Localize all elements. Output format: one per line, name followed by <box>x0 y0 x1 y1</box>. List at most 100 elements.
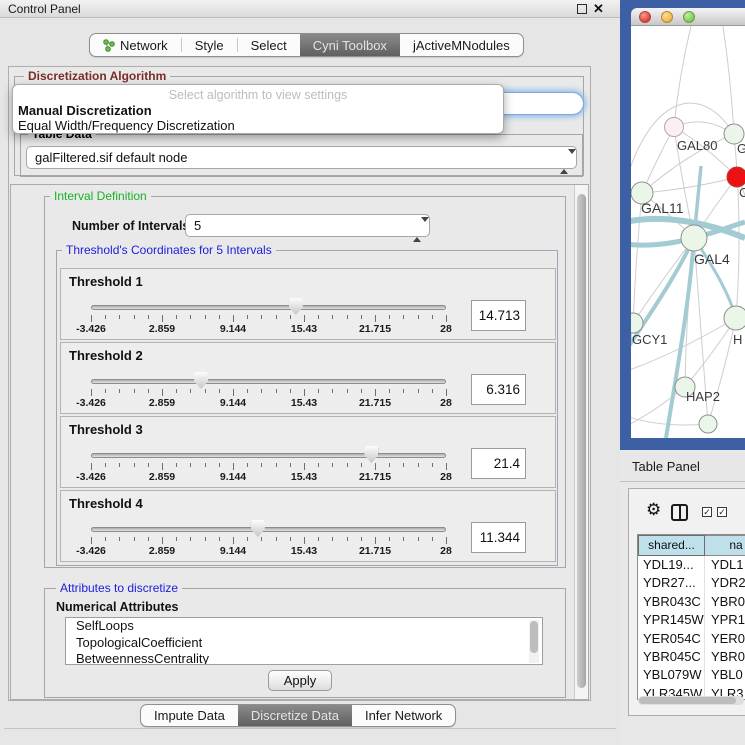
column-header-shared-name[interactable]: shared... <box>638 535 705 556</box>
threshold-4-slider-handle[interactable] <box>251 520 265 537</box>
threshold-3-slider-track[interactable] <box>91 453 446 458</box>
threshold-3-slider-handle[interactable] <box>364 446 378 463</box>
threshold-2-slider-track[interactable] <box>91 379 446 384</box>
table-row[interactable]: YER054CYER0 <box>638 630 745 648</box>
table-row[interactable]: YBR043CYBR0 <box>638 593 745 611</box>
cell[interactable]: YDR27... <box>638 574 705 592</box>
numerical-attributes-list[interactable]: SelfLoops TopologicalCoefficient Between… <box>65 617 543 665</box>
list-vertical-scrollbar[interactable] <box>529 620 539 663</box>
tick-label: 9.144 <box>220 323 246 335</box>
tab-cyni-toolbox[interactable]: Cyni Toolbox <box>300 34 400 56</box>
node-gal80[interactable] <box>665 118 684 137</box>
control-panel: Control Panel ✕ Network Style Select Cyn… <box>0 0 620 745</box>
cell[interactable]: YBR045C <box>638 648 705 666</box>
tab-select[interactable]: Select <box>238 34 300 56</box>
tab-style[interactable]: Style <box>182 34 237 56</box>
table-row[interactable]: YDL19...YDL1 <box>638 556 745 574</box>
tick-mark <box>361 537 362 541</box>
gear-icon[interactable]: ⚙ <box>646 500 661 520</box>
tick-mark <box>418 537 419 541</box>
network-view-canvas[interactable]: GAL80 G C GAL11 GAL4 GCY1 H HAP2 <box>631 26 745 438</box>
cell[interactable]: YDL1 <box>705 556 745 574</box>
table-row[interactable]: YPR145WYPR1 <box>638 611 745 629</box>
apply-button[interactable]: Apply <box>268 670 332 691</box>
cell[interactable]: YBR0 <box>705 648 745 666</box>
scrollbar-thumb[interactable] <box>530 621 538 653</box>
scrollbar-thumb[interactable] <box>639 697 736 704</box>
threshold-3-tick-marks <box>91 463 446 471</box>
table-columns-icon[interactable] <box>671 504 688 521</box>
cell[interactable]: YBR043C <box>638 593 705 611</box>
tick-mark <box>176 389 177 393</box>
float-window-icon[interactable] <box>577 4 587 14</box>
threshold-4-slider-track[interactable] <box>91 527 446 532</box>
threshold-1-slider-handle[interactable] <box>289 298 303 315</box>
number-of-intervals-combobox[interactable]: 5 <box>185 214 430 237</box>
close-icon[interactable]: ✕ <box>593 1 604 17</box>
tab-infer-network[interactable]: Infer Network <box>352 705 455 726</box>
network-window-titlebar[interactable] <box>631 8 745 26</box>
tick-mark <box>134 389 135 393</box>
threshold-3-value-field[interactable]: 21.4 <box>471 448 526 479</box>
cell[interactable]: YDR2 <box>705 574 745 592</box>
checkbox-icon[interactable]: ✓ <box>702 507 712 517</box>
table-row[interactable]: YDR27...YDR2 <box>638 574 745 592</box>
cell[interactable]: YER054C <box>638 630 705 648</box>
table-data-combobox[interactable]: galFiltered.sif default node <box>26 146 577 169</box>
table-row[interactable]: YBR045CYBR0 <box>638 648 745 666</box>
checkbox-icon[interactable]: ✓ <box>717 507 727 517</box>
settings-vertical-scrollbar[interactable] <box>574 185 588 699</box>
list-item[interactable]: SelfLoops <box>66 618 542 635</box>
node-red-selected[interactable] <box>727 167 745 187</box>
node-attribute-table[interactable]: shared... na YDL19...YDL1 YDR27...YDR2 Y… <box>637 534 745 700</box>
minimize-button[interactable] <box>661 11 673 23</box>
tab-jactivemnodules[interactable]: jActiveMNodules <box>400 34 523 56</box>
tick-mark <box>261 537 262 541</box>
threshold-1-slider-track[interactable] <box>91 305 446 310</box>
cell[interactable]: YPR145W <box>638 611 705 629</box>
cell[interactable]: YDL19... <box>638 556 705 574</box>
dropdown-item-manual-discretization[interactable]: Manual Discretization <box>13 102 503 118</box>
node-label-hap2: HAP2 <box>686 389 720 404</box>
tick-label: -3.426 <box>76 397 106 409</box>
cell[interactable]: YBL079W <box>638 666 705 684</box>
tick-mark <box>332 389 333 393</box>
table-horizontal-scrollbar[interactable] <box>638 696 744 705</box>
scrollbar-thumb[interactable] <box>577 194 586 688</box>
threshold-2-value-field[interactable]: 6.316 <box>471 374 526 405</box>
cell[interactable]: YPR1 <box>705 611 745 629</box>
tab-impute-data[interactable]: Impute Data <box>141 705 238 726</box>
close-button[interactable] <box>639 11 651 23</box>
discretization-algorithm-group-title: Discretization Algorithm <box>24 69 170 83</box>
cell[interactable]: YER0 <box>705 630 745 648</box>
cell[interactable]: YBL0 <box>705 666 745 684</box>
tick-mark <box>446 537 447 544</box>
tick-mark <box>91 463 92 470</box>
tick-mark <box>304 537 305 544</box>
number-of-intervals-value: 5 <box>194 218 201 233</box>
node-h[interactable] <box>724 306 745 330</box>
dropdown-item-equal-width-frequency[interactable]: Equal Width/Frequency Discretization <box>13 118 503 133</box>
node-bottom[interactable] <box>699 415 717 433</box>
column-header-name[interactable]: na <box>705 535 745 556</box>
network-nodes <box>631 118 745 434</box>
list-item[interactable]: BetweennessCentrality <box>66 651 542 665</box>
table-row[interactable]: YBL079WYBL0 <box>638 666 745 684</box>
list-item[interactable]: TopologicalCoefficient <box>66 635 542 652</box>
dropdown-placeholder-item[interactable]: Select algorithm to view settings <box>13 85 503 102</box>
cell[interactable]: YBR0 <box>705 593 745 611</box>
tick-mark <box>148 537 149 541</box>
threshold-1-value-field[interactable]: 14.713 <box>471 300 526 331</box>
tick-label: 9.144 <box>220 471 246 483</box>
tick-mark <box>190 537 191 541</box>
node-gal4[interactable] <box>681 225 707 251</box>
threshold-2-slider-handle[interactable] <box>194 372 208 389</box>
tab-discretize-data[interactable]: Discretize Data <box>238 705 352 726</box>
cyni-mode-tabs: Impute Data Discretize Data Infer Networ… <box>140 704 456 727</box>
threshold-4-value-field[interactable]: 11.344 <box>471 522 526 553</box>
tick-mark <box>276 389 277 393</box>
tab-network[interactable]: Network <box>90 34 181 56</box>
tick-mark <box>332 463 333 467</box>
zoom-button[interactable] <box>683 11 695 23</box>
tick-mark <box>162 537 163 544</box>
